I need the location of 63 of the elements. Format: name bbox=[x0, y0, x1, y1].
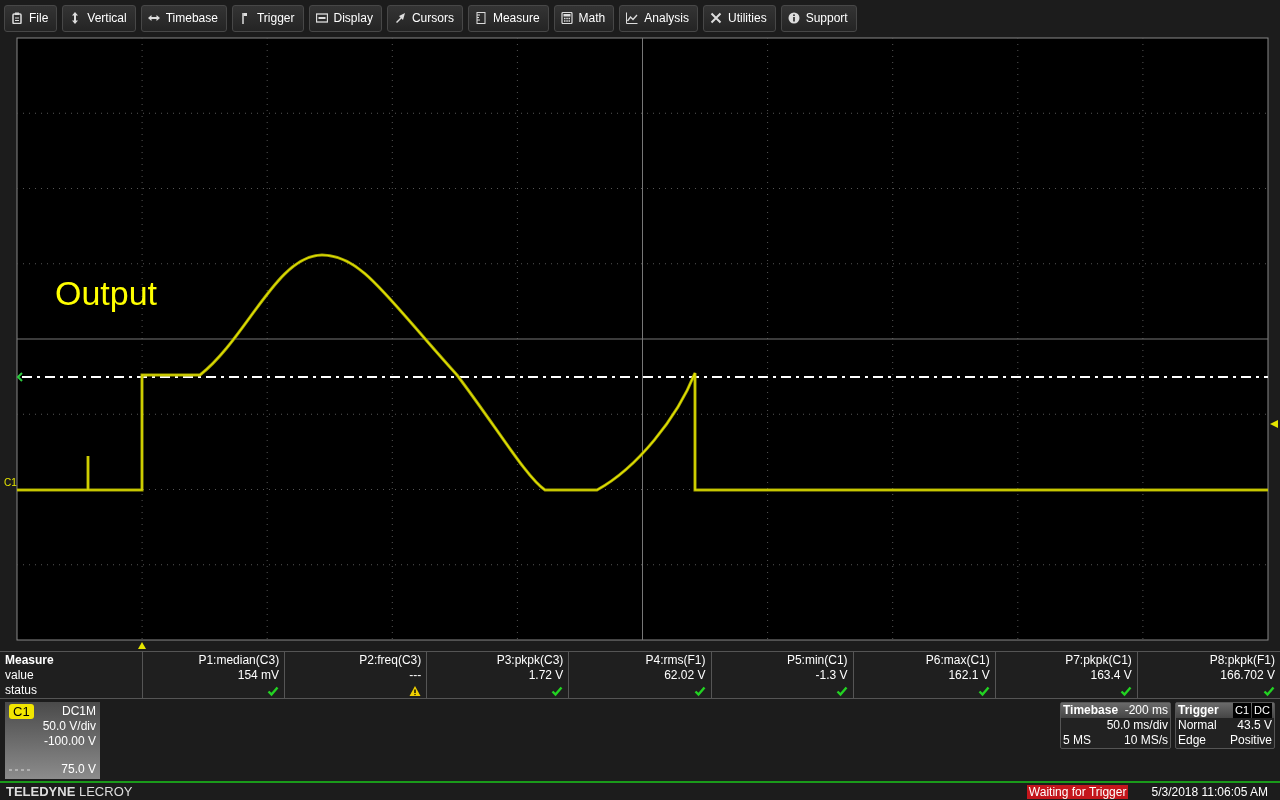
dashed-line-icon bbox=[9, 767, 31, 772]
measure-parameter[interactable]: P6:max(C1) bbox=[925, 653, 990, 668]
info-icon bbox=[787, 12, 800, 24]
measure-value: -1.3 V bbox=[815, 668, 848, 683]
trigger-level: 43.5 V bbox=[1237, 718, 1272, 733]
measure-parameter[interactable]: P7:pkpk(C1) bbox=[1065, 653, 1132, 668]
screen-icon bbox=[315, 12, 328, 24]
channel-marker: C1 bbox=[4, 477, 17, 488]
menu-button[interactable]: Utilities bbox=[702, 4, 776, 32]
menu-button[interactable]: Vertical bbox=[62, 4, 136, 32]
measure-parameter[interactable]: P3:pkpk(C3) bbox=[496, 653, 564, 668]
menu-button[interactable]: Support bbox=[780, 4, 857, 32]
measure-value: 62.02 V bbox=[664, 668, 706, 683]
menu-button[interactable]: Display bbox=[308, 4, 382, 32]
timebase-title: Timebase bbox=[1063, 703, 1119, 718]
measure-value: 162.1 V bbox=[948, 668, 990, 683]
measure-value: 154 mV bbox=[237, 668, 280, 683]
menu-button[interactable]: Measure bbox=[467, 4, 549, 32]
measure-title: Measure bbox=[5, 653, 54, 668]
line-chart-icon bbox=[626, 12, 639, 24]
sample-count: 5 MS bbox=[1063, 733, 1091, 748]
clipboard-icon bbox=[11, 12, 23, 24]
channel-descriptor[interactable]: C1 DC1M 50.0 V/div -100.00 V 75.0 V bbox=[5, 702, 100, 779]
timebase-delay: -200 ms bbox=[1124, 703, 1168, 718]
measure-parameter[interactable]: P4:rms(F1) bbox=[645, 653, 706, 668]
calculator-icon bbox=[560, 12, 573, 24]
menu-button[interactable]: File bbox=[4, 4, 58, 32]
trigger-slope: Positive bbox=[1229, 733, 1272, 748]
trace-label: Output bbox=[55, 274, 158, 312]
measure-parameter[interactable]: P8:pkpk(F1) bbox=[1209, 653, 1275, 668]
timebase-scale: 50.0 ms/div bbox=[1106, 718, 1168, 733]
trigger-coupling: DC bbox=[1252, 703, 1272, 718]
menu-button[interactable]: Trigger bbox=[231, 4, 304, 32]
measure-value: 1.72 V bbox=[528, 668, 564, 683]
menu-button[interactable]: Cursors bbox=[386, 4, 463, 32]
measure-parameter[interactable]: P1:median(C3) bbox=[198, 653, 280, 668]
trigger-descriptor[interactable]: Trigger C1 DC Normal 43.5 V Edge Positive bbox=[1175, 702, 1275, 749]
date-time: 5/3/2018 11:06:05 AM bbox=[1151, 784, 1268, 799]
measure-value: 163.4 V bbox=[1090, 668, 1132, 683]
menu-button[interactable]: Analysis bbox=[619, 4, 698, 32]
trigger-marker-icon bbox=[1270, 420, 1278, 428]
trigger-title: Trigger bbox=[1178, 703, 1219, 718]
left-right-arrow-icon bbox=[147, 12, 160, 24]
trigger-level-value: 75.0 V bbox=[61, 762, 96, 777]
measure-parameter[interactable]: P5:min(C1) bbox=[786, 653, 848, 668]
menu-button[interactable]: Timebase bbox=[140, 4, 227, 32]
vertical-scale: 50.0 V/div bbox=[42, 719, 96, 734]
trigger-type: Edge bbox=[1178, 733, 1207, 748]
measure-value: 166.702 V bbox=[1220, 668, 1275, 683]
sample-rate: 10 MS/s bbox=[1124, 733, 1168, 748]
vertical-offset: -100.00 V bbox=[43, 734, 96, 749]
timebase-descriptor[interactable]: Timebase -200 ms 50.0 ms/div 5 MS 10 MS/s bbox=[1060, 702, 1171, 749]
measure-value: --- bbox=[409, 668, 422, 683]
measure-parameter[interactable]: P2:freq(C3) bbox=[359, 653, 422, 668]
row-label: value bbox=[5, 668, 34, 683]
menu-button[interactable]: Math bbox=[553, 4, 615, 32]
channel-badge: C1 bbox=[9, 704, 34, 719]
row-label: status bbox=[5, 683, 37, 698]
trigger-source: C1 bbox=[1233, 703, 1252, 718]
brand-logo: TELEDYNE LECROY bbox=[6, 784, 133, 799]
acquisition-status: Waiting for Trigger bbox=[1026, 784, 1129, 799]
coupling-label: DC1M bbox=[62, 704, 96, 719]
trigger-mode: Normal bbox=[1178, 718, 1217, 733]
